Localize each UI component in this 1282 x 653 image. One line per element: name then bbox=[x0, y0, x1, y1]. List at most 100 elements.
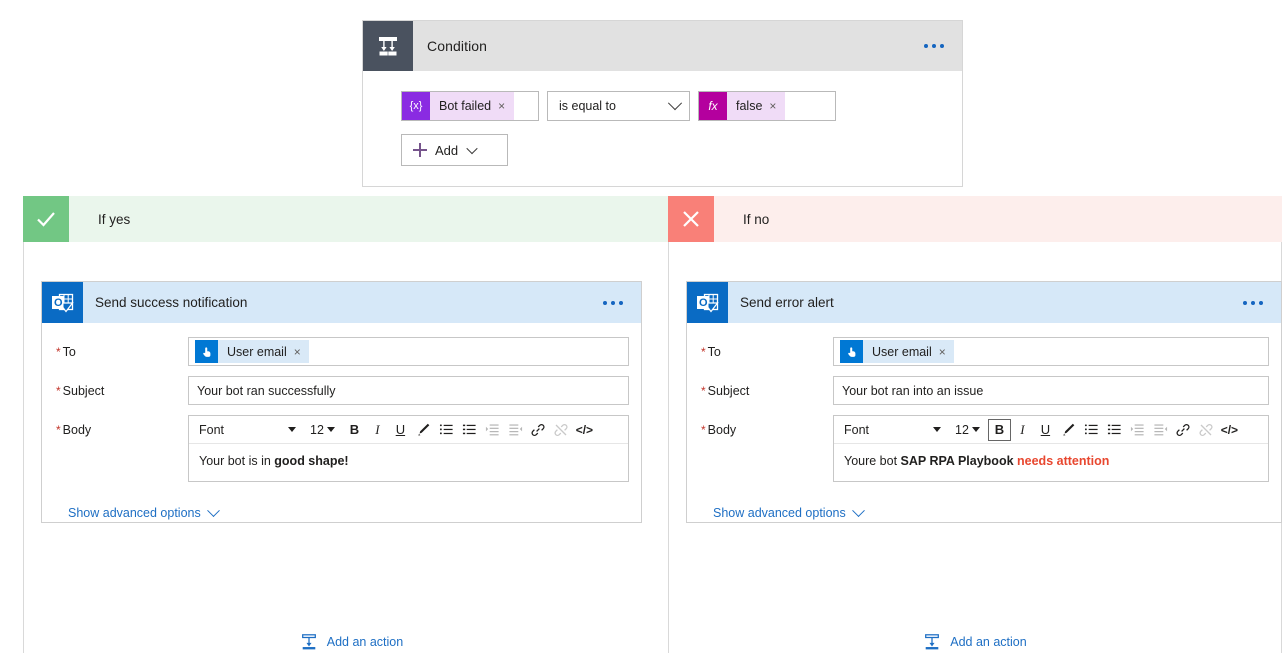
add-action-icon bbox=[923, 633, 941, 651]
italic-label: I bbox=[375, 421, 380, 437]
font-family-select[interactable]: Font bbox=[193, 419, 301, 441]
field-body-control[interactable]: Font 12 B I U bbox=[833, 415, 1269, 482]
remove-user-email-token-icon[interactable]: × bbox=[294, 345, 301, 359]
action-card-send-success-notification[interactable]: O Send success notification * To User em… bbox=[41, 281, 642, 523]
user-email-token-label: User email bbox=[227, 344, 287, 359]
dynamic-content-chip[interactable]: {x} Bot failed × bbox=[402, 92, 515, 120]
field-body: * Body Font 12 bbox=[54, 415, 629, 482]
add-an-action-label: Add an action bbox=[950, 635, 1027, 649]
branch-if-yes-body: O Send success notification * To User em… bbox=[23, 242, 680, 653]
left-operand-label: Bot failed bbox=[439, 99, 492, 113]
user-email-token[interactable]: User email × bbox=[840, 340, 954, 363]
outdent-icon[interactable] bbox=[504, 419, 527, 441]
italic-label: I bbox=[1020, 421, 1025, 437]
dot bbox=[1243, 300, 1247, 305]
add-an-action-button-yes[interactable]: Add an action bbox=[24, 633, 679, 651]
to-input[interactable]: User email × bbox=[188, 337, 629, 366]
action-more-options-button[interactable] bbox=[603, 300, 641, 305]
code-view-icon[interactable]: </> bbox=[1218, 419, 1241, 441]
condition-card-header: Condition bbox=[363, 21, 962, 71]
subject-input[interactable]: Your bot ran into an issue bbox=[833, 376, 1269, 405]
branch-if-yes-header: If yes bbox=[23, 196, 680, 242]
remove-right-operand-icon[interactable]: × bbox=[769, 99, 776, 113]
show-advanced-options-link[interactable]: Show advanced options bbox=[68, 503, 220, 520]
field-subject-control[interactable]: Your bot ran into an issue bbox=[833, 376, 1269, 405]
body-content[interactable]: Youre bot SAP RPA Playbook needs attenti… bbox=[834, 444, 1268, 481]
field-body: * Body Font 12 bbox=[699, 415, 1269, 482]
to-input[interactable]: User email × bbox=[833, 337, 1269, 366]
remove-left-operand-icon[interactable]: × bbox=[498, 99, 505, 113]
flow-designer-canvas: Condition {x} Bot failed × is equal to f… bbox=[0, 0, 1282, 653]
action-more-options-button[interactable] bbox=[1243, 300, 1281, 305]
field-body-control[interactable]: Font 12 B I U bbox=[188, 415, 629, 482]
pen-highlight-icon[interactable] bbox=[412, 419, 435, 441]
dot bbox=[611, 300, 615, 305]
bold-label: B bbox=[349, 422, 360, 437]
bulleted-list-icon[interactable] bbox=[458, 419, 481, 441]
font-family-select[interactable]: Font bbox=[838, 419, 946, 441]
dot bbox=[1251, 300, 1255, 305]
font-family-value: Font bbox=[199, 422, 225, 437]
required-asterisk: * bbox=[56, 423, 61, 437]
field-subject: * Subject Your bot ran into an issue bbox=[699, 376, 1269, 405]
bulleted-list-icon[interactable] bbox=[1103, 419, 1126, 441]
add-an-action-button-no[interactable]: Add an action bbox=[669, 633, 1281, 651]
condition-left-operand[interactable]: {x} Bot failed × bbox=[401, 91, 539, 121]
numbered-list-icon[interactable] bbox=[435, 419, 458, 441]
rich-text-editor[interactable]: Font 12 B I U bbox=[833, 415, 1269, 482]
subject-input[interactable]: Your bot ran successfully bbox=[188, 376, 629, 405]
font-size-select[interactable]: 12 bbox=[950, 419, 985, 441]
bold-button[interactable]: B bbox=[987, 418, 1011, 441]
rte-toolbar: Font 12 B I U </> bbox=[189, 416, 628, 444]
code-label: </> bbox=[1220, 422, 1239, 437]
user-email-token[interactable]: User email × bbox=[195, 340, 309, 363]
numbered-list-icon[interactable] bbox=[1080, 419, 1103, 441]
font-size-value: 12 bbox=[955, 422, 969, 437]
italic-button[interactable]: I bbox=[1011, 419, 1034, 441]
field-to-control[interactable]: User email × bbox=[188, 337, 629, 366]
branch-if-no-header: If no bbox=[668, 196, 1282, 242]
condition-add-button[interactable]: Add bbox=[401, 134, 508, 166]
add-button-label: Add bbox=[435, 142, 459, 158]
link-icon[interactable] bbox=[527, 419, 550, 441]
dot bbox=[940, 44, 944, 48]
font-size-value: 12 bbox=[310, 422, 324, 437]
field-subject-control[interactable]: Your bot ran successfully bbox=[188, 376, 629, 405]
indent-icon[interactable] bbox=[481, 419, 504, 441]
body-label-text: Body bbox=[707, 423, 737, 437]
dot bbox=[932, 44, 936, 48]
pen-highlight-icon[interactable] bbox=[1057, 419, 1080, 441]
underline-button[interactable]: U bbox=[389, 419, 412, 441]
indent-icon[interactable] bbox=[1126, 419, 1149, 441]
unlink-icon[interactable] bbox=[1195, 419, 1218, 441]
condition-right-operand[interactable]: fx false × bbox=[698, 91, 836, 121]
italic-button[interactable]: I bbox=[366, 419, 389, 441]
underline-label: U bbox=[1040, 422, 1051, 437]
action-title: Send success notification bbox=[95, 295, 248, 310]
remove-user-email-token-icon[interactable]: × bbox=[939, 345, 946, 359]
condition-card[interactable]: Condition {x} Bot failed × is equal to f… bbox=[362, 20, 963, 187]
bold-button[interactable]: B bbox=[343, 419, 366, 441]
field-to-control[interactable]: User email × bbox=[833, 337, 1269, 366]
expression-chip[interactable]: fx false × bbox=[699, 92, 786, 120]
action-card-header: O Send error alert bbox=[687, 282, 1281, 323]
field-subject-label: * Subject bbox=[699, 376, 833, 398]
code-view-icon[interactable]: </> bbox=[573, 419, 596, 441]
body-content[interactable]: Your bot is in good shape! bbox=[189, 444, 628, 481]
chevron-down-icon bbox=[206, 503, 220, 517]
branch-if-no-title: If no bbox=[743, 211, 770, 227]
underline-button[interactable]: U bbox=[1034, 419, 1057, 441]
action-card-send-error-alert[interactable]: O Send error alert * To User email × * S… bbox=[686, 281, 1282, 523]
field-to: * To User email × bbox=[699, 337, 1269, 366]
required-asterisk: * bbox=[701, 423, 706, 437]
condition-operator-select[interactable]: is equal to bbox=[547, 91, 690, 121]
show-advanced-options-link[interactable]: Show advanced options bbox=[713, 503, 865, 520]
condition-more-options-button[interactable] bbox=[924, 44, 962, 48]
outdent-icon[interactable] bbox=[1149, 419, 1172, 441]
condition-branch-icon bbox=[363, 21, 413, 71]
unlink-icon[interactable] bbox=[550, 419, 573, 441]
rich-text-editor[interactable]: Font 12 B I U bbox=[188, 415, 629, 482]
font-size-select[interactable]: 12 bbox=[305, 419, 340, 441]
required-asterisk: * bbox=[56, 384, 61, 398]
link-icon[interactable] bbox=[1172, 419, 1195, 441]
